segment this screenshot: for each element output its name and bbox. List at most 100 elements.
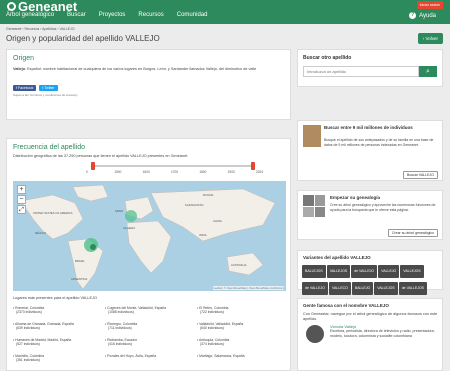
nav-projects[interactable]: Proyectos — [99, 12, 126, 18]
place-count: (351 individuos) — [16, 358, 40, 363]
search-title: Buscar otro apellido — [303, 55, 352, 61]
map-label: KAZAKHSTAN — [185, 203, 204, 207]
variant-tag[interactable]: VALLECO — [328, 282, 351, 295]
help-link[interactable]: ? Ayuda — [409, 12, 436, 19]
nav-resources[interactable]: Recursos — [138, 12, 163, 18]
back-button[interactable]: ‹ Volver — [417, 33, 443, 44]
place-item[interactable]: • Marinilla, Colombia (351 individuos) — [13, 354, 103, 363]
timeline-start-handle[interactable] — [91, 162, 95, 170]
timeline-labels: 0 1500 1600 1700 1800 1900 2024 — [86, 170, 263, 176]
nav-community[interactable]: Comunidad — [177, 12, 208, 18]
map-svg — [20, 184, 276, 290]
place-count: (640 individuos) — [200, 326, 224, 331]
map-label: AUSTRALIA — [231, 263, 247, 267]
tree-text: Cree su árbol genealógico y aproveche la… — [330, 203, 436, 212]
page-title: Origen y popularidad del apellido VALLEJ… — [6, 34, 160, 43]
main-nav: Árbol genealógico Buscar Proyectos Recur… — [6, 12, 207, 18]
variant-tag[interactable]: de VALLEJO — [302, 282, 328, 295]
map-label: RUSSIA — [203, 193, 214, 197]
millions-card: Buscar entre 9 mil millones de individuo… — [297, 120, 443, 181]
famous-title: Gente famosa con el nomvbre VALLEJO — [303, 303, 389, 308]
variants-title: Variantes del apellido VALLEJO — [303, 255, 371, 260]
variant-tag[interactable]: VALLEJOS — [326, 265, 351, 278]
place-item[interactable]: • Rionegro, Colombia (711 individuos) — [105, 322, 195, 331]
timeline-slider[interactable] — [91, 162, 255, 170]
map-label: ALGERIA — [123, 226, 136, 230]
place-count: (374 individuos) — [200, 342, 224, 347]
variant-tag[interactable]: VALLEJO — [378, 265, 400, 278]
variant-tag[interactable]: VALLEJOS — [374, 282, 398, 295]
ancestors-image — [303, 125, 321, 147]
top-bar: Geneanet Iniciar sesión Árbol genealógic… — [0, 0, 450, 24]
tree-image — [303, 195, 325, 217]
map-attribution: Leaflet | © OpenStreetMap | OpenStreetMa… — [213, 286, 284, 290]
map-label: INDIA — [199, 233, 207, 237]
frequency-card: Frecuencia del apellido Distribución geo… — [6, 138, 291, 371]
place-item[interactable]: • Valladolid, Valladolid, España (640 ind… — [197, 322, 287, 331]
place-item[interactable]: • El Retiro, Colombia (722 individuos) — [197, 306, 287, 315]
tree-card: Empezar su genealogía Cree su árbol gene… — [297, 190, 443, 240]
search-icon: ⌕ — [426, 68, 430, 75]
place-count: (711 individuos) — [108, 326, 132, 331]
place-count: (2373 individuos) — [16, 310, 42, 315]
place-item[interactable]: • Riobamba, Ecuador (416 individuos) — [105, 338, 195, 347]
nav-tree[interactable]: Árbol genealógico — [6, 12, 54, 18]
variant-tag[interactable]: VALLEJOS — [400, 265, 424, 278]
login-button[interactable]: Iniciar sesión — [416, 1, 443, 9]
famous-avatar[interactable] — [306, 325, 324, 343]
place-item[interactable]: • Pozales del Hoyo, Ávila, España — [105, 354, 195, 358]
origin-card: Origen Vallejo: Español: nombre habitaci… — [6, 49, 291, 120]
variant-tag[interactable]: BALLEJOS — [302, 265, 326, 278]
fullscreen-button[interactable]: ⤢ — [17, 205, 26, 214]
map-zoom-controls: + − ⤢ — [17, 185, 26, 214]
place-item[interactable]: • Humanes de Madrid, Madrid, España (527 … — [13, 338, 103, 347]
help-icon: ? — [409, 12, 417, 19]
timeline-label: 2024 — [256, 170, 264, 174]
map-label: ARGENTINA — [71, 277, 88, 281]
origin-source: Sujeto a las Términos y condiciones de A… — [13, 93, 78, 97]
zoom-out-button[interactable]: − — [17, 195, 26, 204]
map-label: MÉXICO — [35, 231, 47, 235]
surname-search-input[interactable] — [303, 66, 419, 77]
map-label: UNITED STATES OF AMERICA — [33, 211, 73, 215]
timeline-label: 1500 — [114, 170, 122, 174]
search-vallejo-button[interactable]: Buscar VALLEJO — [403, 171, 438, 179]
logo-icon — [7, 2, 16, 11]
timeline-label: 1800 — [199, 170, 207, 174]
timeline-label: 1600 — [142, 170, 150, 174]
places-title: Lugares más presentes para el apellido V… — [13, 296, 97, 300]
search-submit-button[interactable]: ⌕ — [419, 66, 437, 77]
millions-text: Busque el apellido de sus antepasados y … — [324, 138, 434, 147]
famous-desc: Escritora, periodista, directora de tele… — [330, 329, 435, 338]
famous-card: Gente famosa con el nomvbre VALLEJO Con … — [297, 298, 443, 371]
place-item[interactable]: • Martiago, Salamanca, España — [197, 354, 287, 358]
variants-card: Variantes del apellido VALLEJO BALLEJOS V… — [297, 250, 443, 312]
timeline-label: 0 — [86, 170, 88, 174]
place-count: (639 individuos) — [16, 326, 40, 331]
share-buttons: f Facebook t Twitter — [13, 85, 58, 91]
place-count: (416 individuos) — [108, 342, 132, 347]
map-label: SPAIN — [115, 209, 124, 213]
twitter-button[interactable]: t Twitter — [39, 85, 58, 91]
place-item[interactable]: • Aihama de Granada, Granada, España (639… — [13, 322, 103, 331]
zoom-in-button[interactable]: + — [17, 185, 26, 194]
variant-tag[interactable]: BALLEJO — [351, 282, 374, 295]
variant-tag[interactable]: de VALLEJOS — [398, 282, 428, 295]
variant-tag[interactable]: de VALLEJO — [351, 265, 378, 278]
facebook-button[interactable]: f Facebook — [13, 85, 37, 91]
search-card: Buscar otro apellido ⌕ — [297, 49, 443, 87]
timeline-label: 1900 — [227, 170, 235, 174]
place-name: • Martiago, Salamanca, España — [197, 354, 245, 358]
place-item[interactable]: • Antioquia, Colombia (374 individuos) — [197, 338, 287, 347]
world-map[interactable]: UNITED STATES OF AMERICA MÉXICO ALGERIA SPA… — [13, 181, 286, 291]
famous-intro: Con Geneastar, navegue por el árbol gene… — [303, 312, 438, 321]
origin-text: Vallejo: Español: nombre habitacional de… — [13, 67, 257, 71]
create-tree-button[interactable]: Crear su árbol genealógico — [387, 229, 438, 237]
place-count: (527 individuos) — [16, 342, 40, 347]
timeline-end-handle[interactable] — [251, 162, 255, 170]
place-item[interactable]: • Romeral, Colombia (2373 individuos) — [13, 306, 103, 315]
origin-title: Origen — [13, 55, 35, 62]
nav-search[interactable]: Buscar — [67, 12, 86, 18]
millions-title: Buscar entre 9 mil millones de individuo… — [324, 125, 413, 130]
place-item[interactable]: • Cogeces del Monte, Valladolid, España(… — [105, 306, 195, 315]
